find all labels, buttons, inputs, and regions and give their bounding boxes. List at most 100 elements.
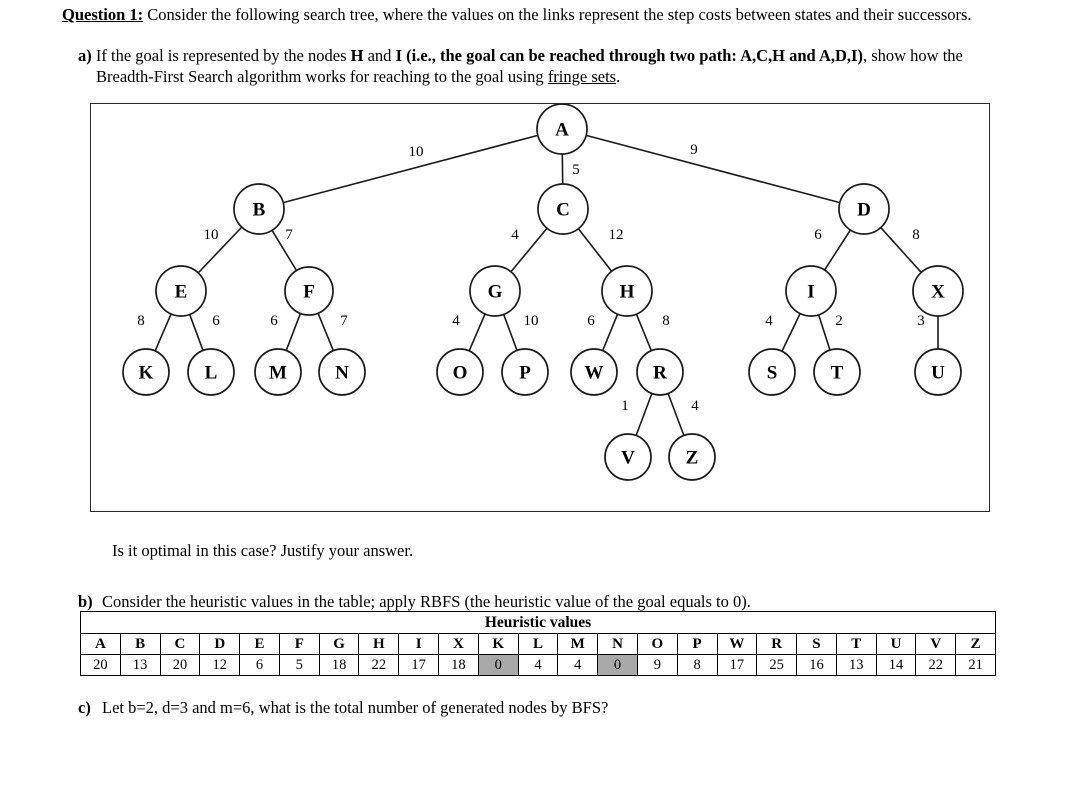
edge-cost-I-T: 2 [835, 313, 843, 329]
search-tree-figure: ABCDEFGHIXKLMNOPWRSTUVZ 10 5 9 10 7 4 12 6 8 8 6 6 7… [90, 103, 990, 512]
heuristic-header-T: T [835, 633, 877, 655]
tree-node-label-N: N [335, 363, 349, 384]
edge-cost-C-G: 4 [511, 227, 519, 243]
question-intro-text: Consider the following search tree, wher… [143, 5, 972, 24]
heuristic-header-C: C [159, 633, 201, 655]
heuristic-title-row: Heuristic values [80, 611, 996, 634]
tree-edge-I-S [781, 313, 801, 352]
heuristic-value-U: 14 [875, 654, 917, 676]
heuristic-value-R: 25 [756, 654, 798, 676]
heuristic-header-E: E [239, 633, 280, 655]
search-tree-svg: AB C DE F G H I XK L M N O P W R S T UV Z 105910 7 4 12 6 88 6 6 7… [122, 104, 964, 481]
tree-node-label-I: I [807, 282, 814, 303]
tree-node-label-T: T [831, 363, 844, 384]
heuristic-table: Heuristic values ABCDEFGHIXKLMNOPWRSTUVZ… [80, 611, 996, 676]
edge-cost-E-L: 6 [212, 313, 220, 329]
tree-node-label-S: S [767, 363, 778, 384]
part-b-marker: b) [78, 592, 93, 611]
heuristic-header-Z: Z [955, 633, 996, 655]
tree-edge-G-O [468, 313, 486, 352]
heuristic-value-row: 20 13 20 12 6 5 18 22 17 18 0 4 4 0 9 8 17 25 16 13 14 22 21 [80, 654, 996, 676]
heuristic-header-A: A [80, 633, 121, 655]
heuristic-header-G: G [318, 633, 360, 655]
heuristic-header-R: R [756, 633, 798, 655]
tree-edge-C-H [577, 228, 613, 272]
part-c-text: Let b=2, d=3 and m=6, what is the total … [102, 698, 609, 717]
tree-edge-I-T [817, 314, 831, 351]
part-a-paths: (i.e., the goal can be reached through t… [401, 46, 863, 65]
tree-edge-B-F [271, 229, 298, 271]
tree-node-label-R: R [653, 363, 667, 384]
heuristic-header-H: H [358, 633, 400, 655]
tree-edge-E-K [154, 313, 172, 352]
heuristic-header-S: S [796, 633, 837, 655]
heuristic-header-X: X [438, 633, 479, 655]
tree-node-label-L: L [205, 363, 218, 384]
tree-node-group: A B C D E F G H I X K L M N O P W R S T U V Z [122, 104, 964, 481]
heuristic-value-K: 0 [477, 654, 519, 676]
heuristic-value-G: 18 [318, 654, 360, 676]
heuristic-header-D: D [199, 633, 241, 655]
tree-node-label-V: V [621, 448, 635, 469]
tree-node-label-F: F [303, 282, 315, 303]
edge-cost-R-Z: 4 [691, 398, 699, 414]
heuristic-value-W: 17 [716, 654, 758, 676]
edge-cost-E-K: 8 [137, 313, 145, 329]
edge-cost-I-S: 4 [765, 313, 773, 329]
tree-node-label-E: E [175, 282, 188, 303]
edge-cost-C-H: 12 [609, 227, 624, 243]
tree-node-label-P: P [519, 363, 531, 384]
heuristic-header-I: I [398, 633, 440, 655]
tree-node-label-B: B [253, 200, 266, 221]
heuristic-header-B: B [119, 633, 161, 655]
heuristic-header-M: M [557, 633, 599, 655]
heuristic-value-Z: 21 [955, 654, 996, 676]
heuristic-value-E: 6 [239, 654, 280, 676]
heuristic-header-row: ABCDEFGHIXKLMNOPWRSTUVZ [80, 633, 996, 655]
edge-cost-H-W: 6 [587, 313, 595, 329]
part-b: b) Consider the heuristic values in the t… [78, 592, 1008, 612]
edge-cost-F-N: 7 [340, 313, 348, 329]
tree-edge-H-R [635, 313, 653, 352]
tree-node-label-O: O [453, 363, 468, 384]
edge-cost-X-U: 3 [917, 313, 925, 329]
part-a-fringe-sets: fringe sets [547, 67, 617, 86]
heuristic-value-D: 12 [199, 654, 241, 676]
worksheet-page: Question 1: Consider the following searc… [0, 0, 1080, 796]
heuristic-value-L: 4 [517, 654, 559, 676]
edge-cost-A-C: 5 [572, 162, 580, 178]
heuristic-header-N: N [597, 633, 638, 655]
tree-edge-F-M [285, 313, 302, 351]
part-a-marker: a) [78, 46, 92, 65]
heuristic-value-H: 22 [358, 654, 400, 676]
tree-node-label-A: A [555, 120, 569, 141]
tree-edge-H-W [601, 313, 619, 352]
part-a-text-1: If the goal is represented by the nodes [95, 46, 351, 65]
tree-edge-A-D [585, 134, 841, 204]
tree-node-label-Z: Z [686, 448, 699, 469]
tree-node-label-U: U [931, 363, 945, 384]
heuristic-value-X: 18 [438, 654, 479, 676]
tree-edge-F-N [317, 312, 335, 352]
tree-node-label-K: K [139, 363, 154, 384]
edge-cost-A-B: 10 [409, 144, 424, 160]
edge-cost-G-O: 4 [452, 313, 460, 329]
heuristic-table-wrap: Heuristic values ABCDEFGHIXKLMNOPWRSTUVZ… [80, 611, 996, 676]
heuristic-value-M: 4 [557, 654, 599, 676]
edge-cost-H-R: 8 [662, 313, 670, 329]
tree-node-label-C: C [556, 200, 570, 221]
edge-cost-B-E: 10 [204, 227, 219, 243]
tree-node-label-W: W [585, 363, 604, 384]
tree-node-label-G: G [488, 282, 503, 303]
edge-cost-F-M: 6 [270, 313, 278, 329]
heuristic-value-S: 16 [796, 654, 837, 676]
edge-cost-D-I: 6 [814, 227, 822, 243]
question-intro: Question 1: Consider the following searc… [62, 4, 1006, 25]
heuristic-header-K: K [477, 633, 519, 655]
heuristic-header-V: V [915, 633, 957, 655]
tree-edge-D-I [823, 229, 852, 271]
heuristic-value-A: 20 [80, 654, 121, 676]
heuristic-header-W: W [716, 633, 758, 655]
edge-cost-G-P: 10 [524, 313, 539, 329]
heuristic-header-U: U [875, 633, 917, 655]
